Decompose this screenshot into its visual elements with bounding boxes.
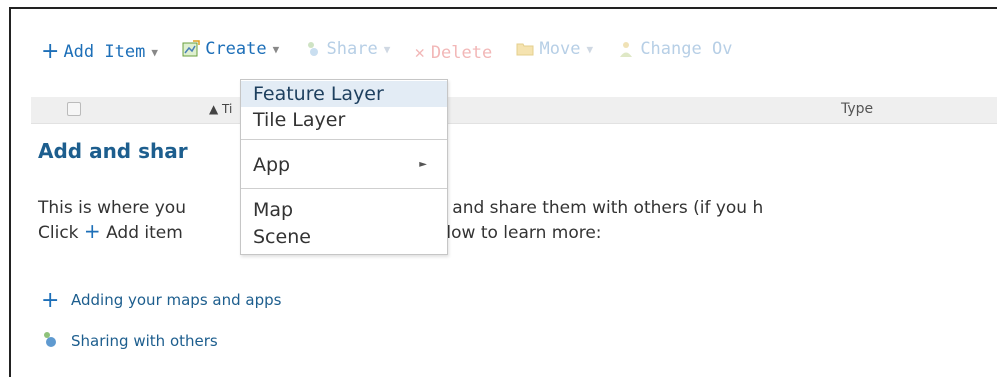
share-icon	[307, 42, 318, 56]
change-owner-button[interactable]: Change Ov	[617, 39, 732, 59]
menu-item-feature-layer[interactable]: Feature Layer	[241, 81, 447, 107]
change-owner-label: Change Ov	[640, 39, 733, 59]
sharing-link-label: Sharing with others	[71, 332, 218, 350]
type-column-header[interactable]: Type	[841, 101, 873, 117]
create-label: Create	[205, 39, 267, 59]
folder-icon	[516, 43, 534, 56]
close-icon: ✕	[414, 43, 425, 63]
menu-item-tile-layer[interactable]: Tile Layer	[241, 107, 447, 133]
move-button[interactable]: Move ▼	[516, 39, 593, 59]
chevron-down-icon: ▼	[272, 42, 280, 56]
help-links: + Adding your maps and apps Sharing with…	[41, 288, 281, 370]
sharing-link[interactable]: Sharing with others	[41, 329, 281, 353]
share-icon	[41, 329, 71, 354]
intro-line-2-start: Click	[38, 223, 79, 243]
share-label: Share	[326, 39, 378, 59]
create-button[interactable]: Create ▼	[182, 39, 279, 59]
menu-item-scene[interactable]: Scene	[241, 224, 447, 250]
menu-item-app-label: App	[253, 154, 291, 176]
plus-icon: +	[83, 219, 101, 243]
menu-item-map[interactable]: Map	[241, 197, 447, 223]
move-label: Move	[539, 39, 581, 59]
plus-icon: +	[41, 287, 60, 313]
menu-item-app[interactable]: App ►	[241, 152, 447, 178]
title-column-header[interactable]: ▲ Ti	[209, 102, 232, 116]
menu-divider	[241, 188, 447, 189]
title-header-label: Ti	[222, 102, 233, 116]
adding-maps-link[interactable]: + Adding your maps and apps	[41, 287, 282, 313]
add-item-label: Add Item	[63, 42, 146, 62]
delete-label: Delete	[430, 43, 493, 63]
create-layer-icon	[182, 40, 200, 57]
chevron-down-icon: ▼	[151, 45, 158, 59]
add-item-button[interactable]: + Add Item ▼	[41, 41, 158, 63]
toolbar: + Add Item ▼ Create ▼ Share ▼ ✕ Delete M…	[41, 39, 746, 67]
chevron-right-icon: ►	[419, 159, 427, 170]
select-all-checkbox[interactable]	[67, 102, 81, 116]
user-icon	[620, 42, 633, 57]
intro-line-1-start: This is where you	[38, 198, 186, 218]
plus-icon: +	[41, 39, 60, 64]
page-title: Add and shar	[38, 139, 188, 163]
adding-maps-link-label: Adding your maps and apps	[71, 291, 282, 309]
table-header: ▲ Ti Type	[31, 97, 997, 124]
intro-line-2-add: Add item	[106, 223, 183, 243]
chevron-down-icon: ▼	[383, 42, 391, 56]
share-button[interactable]: Share ▼	[304, 39, 391, 59]
create-dropdown-menu: Feature Layer Tile Layer App ► Map Scene	[240, 79, 448, 255]
content-frame: + Add Item ▼ Create ▼ Share ▼ ✕ Delete M…	[9, 7, 997, 377]
menu-divider	[241, 139, 447, 140]
chevron-down-icon: ▼	[586, 42, 594, 56]
delete-button[interactable]: ✕ Delete	[415, 43, 493, 63]
